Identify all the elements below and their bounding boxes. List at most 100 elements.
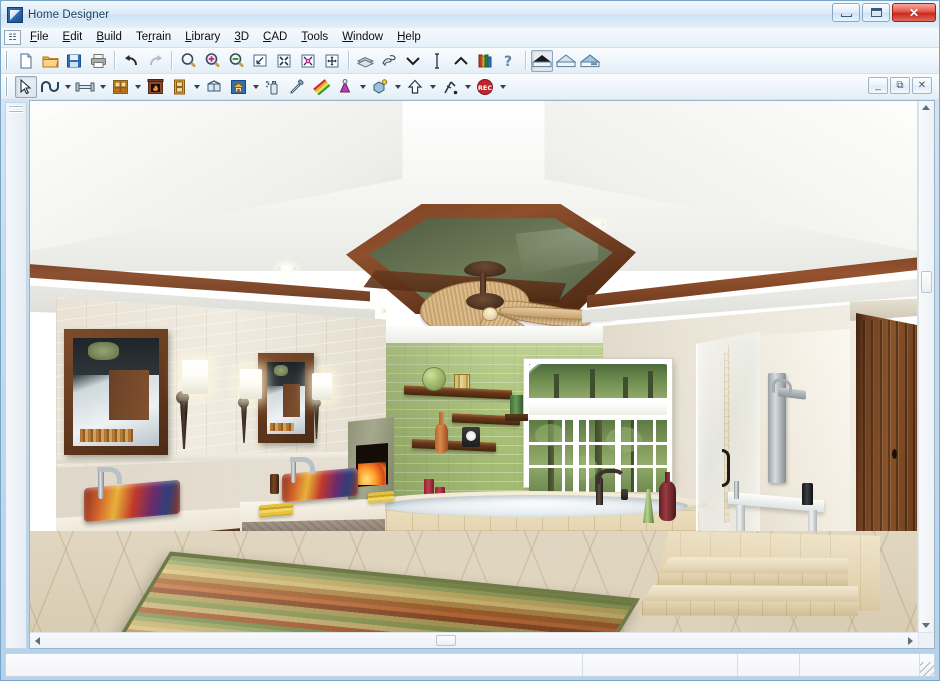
open-plan-button[interactable]: [39, 50, 61, 72]
up-arrow-outline-icon[interactable]: [404, 76, 426, 98]
record-rec-icon[interactable]: REC: [474, 76, 496, 98]
plan-document-window: _ ⧉ ✕ ✧: [29, 77, 935, 649]
cabinet-dropdown-arrow[interactable]: [132, 76, 143, 98]
room-dropdown-arrow[interactable]: [250, 76, 261, 98]
wall-sconce-shade: [182, 360, 208, 394]
chevron-up-icon[interactable]: [450, 50, 472, 72]
status-length-text: [738, 654, 799, 662]
toolbar-separator: [114, 51, 115, 70]
tub-handle: [621, 489, 628, 500]
light-cone-icon[interactable]: [334, 76, 356, 98]
viewport-vertical-scrollbar[interactable]: [918, 101, 934, 632]
chevron-down-icon[interactable]: [402, 50, 424, 72]
railing-icon[interactable]: [74, 76, 96, 98]
fireplace-icon[interactable]: [144, 76, 166, 98]
new-plan-button[interactable]: [15, 50, 37, 72]
layers-icon[interactable]: [354, 50, 376, 72]
mdi-minimize-button[interactable]: _: [868, 77, 888, 94]
tub-basin: [382, 495, 688, 517]
document-area: _ ⧉ ✕ ✧: [1, 77, 939, 651]
shower-door-handle: [722, 449, 730, 487]
scrollbar-corner: [918, 632, 934, 648]
door-dropdown-arrow[interactable]: [191, 76, 202, 98]
redo-button[interactable]: [144, 50, 166, 72]
print-button[interactable]: [87, 50, 109, 72]
menu-item-3d[interactable]: 3D: [227, 29, 256, 46]
fill-window-icon[interactable]: [249, 50, 271, 72]
railing-dropdown-arrow[interactable]: [97, 76, 108, 98]
decor-soap-dispenser: [270, 474, 279, 494]
four-way-arrows-icon[interactable]: [321, 50, 343, 72]
walkthrough-path-icon[interactable]: [439, 76, 461, 98]
decor-shampoo-bottle: [802, 483, 813, 505]
menu-item-file[interactable]: File: [23, 29, 56, 46]
menu-item-cad[interactable]: CAD: [256, 29, 294, 46]
wall-sconce-shade: [240, 369, 262, 399]
maximize-button[interactable]: [862, 3, 890, 22]
status-message-text: [6, 654, 582, 662]
window-icon[interactable]: [203, 76, 225, 98]
house-elevation-icon[interactable]: [555, 50, 577, 72]
viewport-horizontal-scrollbar[interactable]: [30, 632, 918, 648]
document-properties-icon[interactable]: ☷: [4, 30, 21, 45]
status-angle-text: [800, 654, 919, 662]
magnifier-icon[interactable]: [177, 50, 199, 72]
color-bars-icon[interactable]: [310, 76, 332, 98]
magnifier-minus-icon[interactable]: [225, 50, 247, 72]
vertical-scroll-thumb[interactable]: [921, 271, 932, 293]
arrow-cursor-icon[interactable]: [15, 75, 37, 98]
menu-item-build[interactable]: Build: [89, 29, 129, 46]
save-plan-button[interactable]: [63, 50, 85, 72]
mdi-close-button[interactable]: ✕: [912, 77, 932, 94]
toolbar-grip[interactable]: [5, 51, 11, 70]
title-bar: Home Designer ✕: [1, 1, 939, 28]
toolbar-separator: [348, 51, 349, 70]
mdi-window-controls: _ ⧉ ✕: [868, 77, 932, 94]
menu-item-terrain[interactable]: Terrain: [129, 29, 178, 46]
walking-feet-icon[interactable]: [378, 50, 400, 72]
menu-item-edit[interactable]: Edit: [56, 29, 90, 46]
record-dropdown-arrow[interactable]: [497, 76, 508, 98]
question-mark-icon[interactable]: ?: [498, 50, 520, 72]
walkthrough-dropdown-arrow[interactable]: [462, 76, 473, 98]
library-side-panel[interactable]: [5, 102, 27, 649]
cabinet-icon[interactable]: [109, 76, 131, 98]
menu-item-help[interactable]: Help: [390, 29, 428, 46]
scroll-up-arrow-icon[interactable]: [922, 105, 930, 110]
horizontal-scroll-thumb[interactable]: [436, 635, 456, 646]
resize-grip[interactable]: [920, 662, 934, 676]
scroll-right-arrow-icon[interactable]: [908, 637, 913, 645]
wall-dropdown-arrow[interactable]: [62, 76, 73, 98]
mdi-restore-button[interactable]: ⧉: [890, 77, 910, 94]
house-room-icon[interactable]: [227, 76, 249, 98]
expand-corners-icon[interactable]: [273, 50, 295, 72]
ruler-vertical-icon[interactable]: [426, 50, 448, 72]
menu-item-window[interactable]: Window: [335, 29, 390, 46]
vanity-mirror: [258, 353, 314, 443]
minimize-button[interactable]: [832, 3, 860, 22]
wall-curve-icon[interactable]: [39, 76, 61, 98]
lighting-dropdown-arrow[interactable]: [357, 76, 368, 98]
menu-item-tools[interactable]: Tools: [294, 29, 335, 46]
scroll-down-arrow-icon[interactable]: [922, 623, 930, 628]
window-apron: [529, 402, 667, 418]
library-books-icon[interactable]: [474, 50, 496, 72]
decor-clock: [462, 427, 480, 447]
spray-paint-icon[interactable]: [262, 76, 284, 98]
zoom-selection-icon[interactable]: [297, 50, 319, 72]
house-section-icon[interactable]: [579, 50, 601, 72]
3d-camera-view[interactable]: ✧: [30, 101, 918, 632]
camera-cube-icon[interactable]: [369, 76, 391, 98]
toolbar-grip[interactable]: [5, 77, 11, 96]
moveup-dropdown-arrow[interactable]: [427, 76, 438, 98]
magnifier-plus-icon[interactable]: [201, 50, 223, 72]
panel-grip[interactable]: [9, 105, 23, 115]
eyedropper-icon[interactable]: [286, 76, 308, 98]
house-camera-solid-icon[interactable]: [531, 49, 553, 72]
scroll-left-arrow-icon[interactable]: [35, 637, 40, 645]
door-icon[interactable]: [168, 76, 190, 98]
undo-button[interactable]: [120, 50, 142, 72]
menu-item-library[interactable]: Library: [178, 29, 227, 46]
camera-dropdown-arrow[interactable]: [392, 76, 403, 98]
close-button[interactable]: ✕: [892, 3, 936, 22]
